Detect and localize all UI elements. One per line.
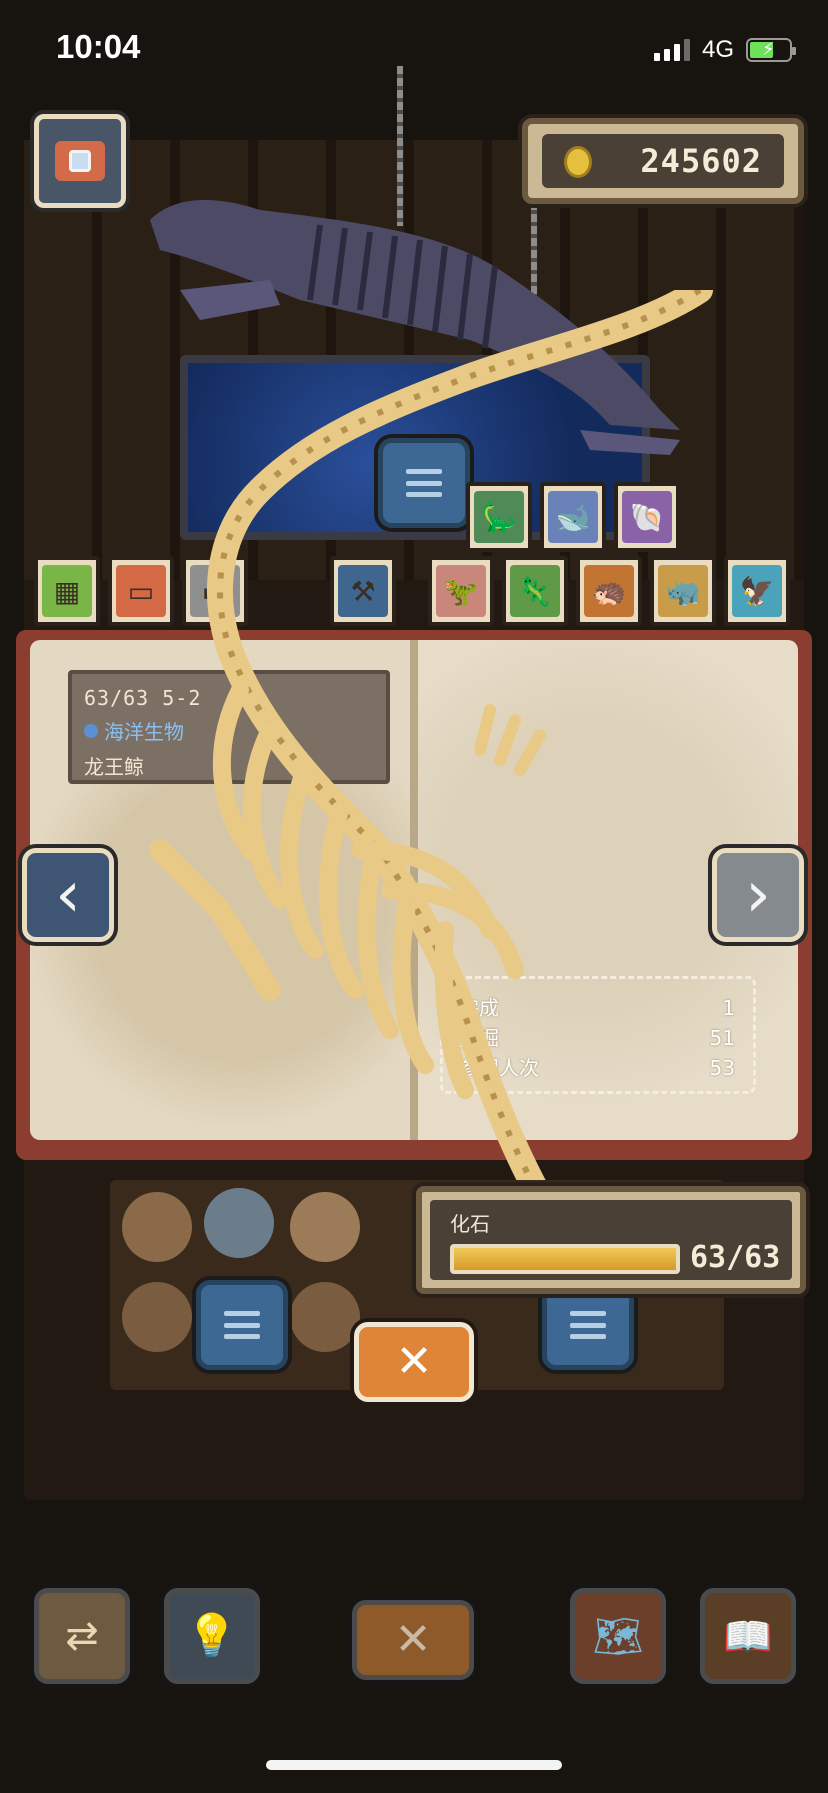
- shelf-list-button[interactable]: [196, 1280, 288, 1370]
- category-tab[interactable]: ▦: [34, 556, 100, 626]
- shell-fossil-icon: [290, 1282, 360, 1352]
- status-indicators: 4G ⚡: [653, 36, 796, 64]
- fossil-label: 化石: [450, 1212, 490, 1236]
- lightbulb-icon: 💡: [185, 1611, 239, 1660]
- stat-value: 1: [722, 996, 735, 1020]
- category-tab[interactable]: 🦅: [724, 556, 790, 626]
- map-icon: 🗺: [592, 1613, 644, 1660]
- journal-button[interactable]: 📖: [700, 1588, 796, 1684]
- chevron-left-icon: ‹: [55, 858, 81, 932]
- exchange-button[interactable]: ⇄: [34, 1588, 130, 1684]
- status-time: 10:04: [56, 28, 141, 65]
- coin-balance-panel: 245602: [522, 118, 804, 204]
- signal-icon: [653, 39, 690, 61]
- hint-button[interactable]: 💡: [164, 1588, 260, 1684]
- exchange-icon: ⇄: [65, 1613, 99, 1659]
- bottom-close-button[interactable]: ✕: [352, 1600, 474, 1680]
- coin-icon: [564, 146, 592, 178]
- shell-fossil-icon: [122, 1282, 192, 1352]
- list-icon: [224, 1311, 260, 1339]
- fossil-progress-text: 63/63: [690, 1240, 781, 1275]
- camera-button[interactable]: [34, 114, 126, 208]
- ammonite-fossil-icon: [122, 1192, 192, 1262]
- fossil-progress-panel: 化石 63/63: [416, 1186, 806, 1294]
- battery-icon: ⚡: [746, 38, 796, 62]
- close-icon: ✕: [394, 1614, 432, 1665]
- network-label: 4G: [701, 36, 734, 63]
- fossil-progress-bar: [450, 1244, 680, 1274]
- pterosaur-icon: 🦅: [739, 574, 775, 608]
- ocean-dot-icon: [84, 723, 98, 738]
- previous-page-button[interactable]: ‹: [22, 848, 114, 942]
- list-icon: [570, 1311, 606, 1339]
- shell-fossil-icon: [290, 1192, 360, 1262]
- next-page-button[interactable]: ›: [712, 848, 804, 942]
- wood-crate-icon: ▦: [53, 574, 81, 608]
- map-button[interactable]: 🗺: [570, 1588, 666, 1684]
- home-indicator[interactable]: [266, 1760, 562, 1770]
- journal-icon: 📖: [723, 1613, 773, 1660]
- ammonite-fossil-icon: [204, 1188, 274, 1258]
- close-icon: ✕: [395, 1336, 433, 1387]
- close-button[interactable]: ✕: [354, 1322, 474, 1402]
- fossil-progress-fill: [454, 1248, 676, 1270]
- camera-icon: [55, 141, 105, 181]
- chevron-right-icon: ›: [745, 858, 771, 932]
- coin-value: 245602: [640, 142, 762, 180]
